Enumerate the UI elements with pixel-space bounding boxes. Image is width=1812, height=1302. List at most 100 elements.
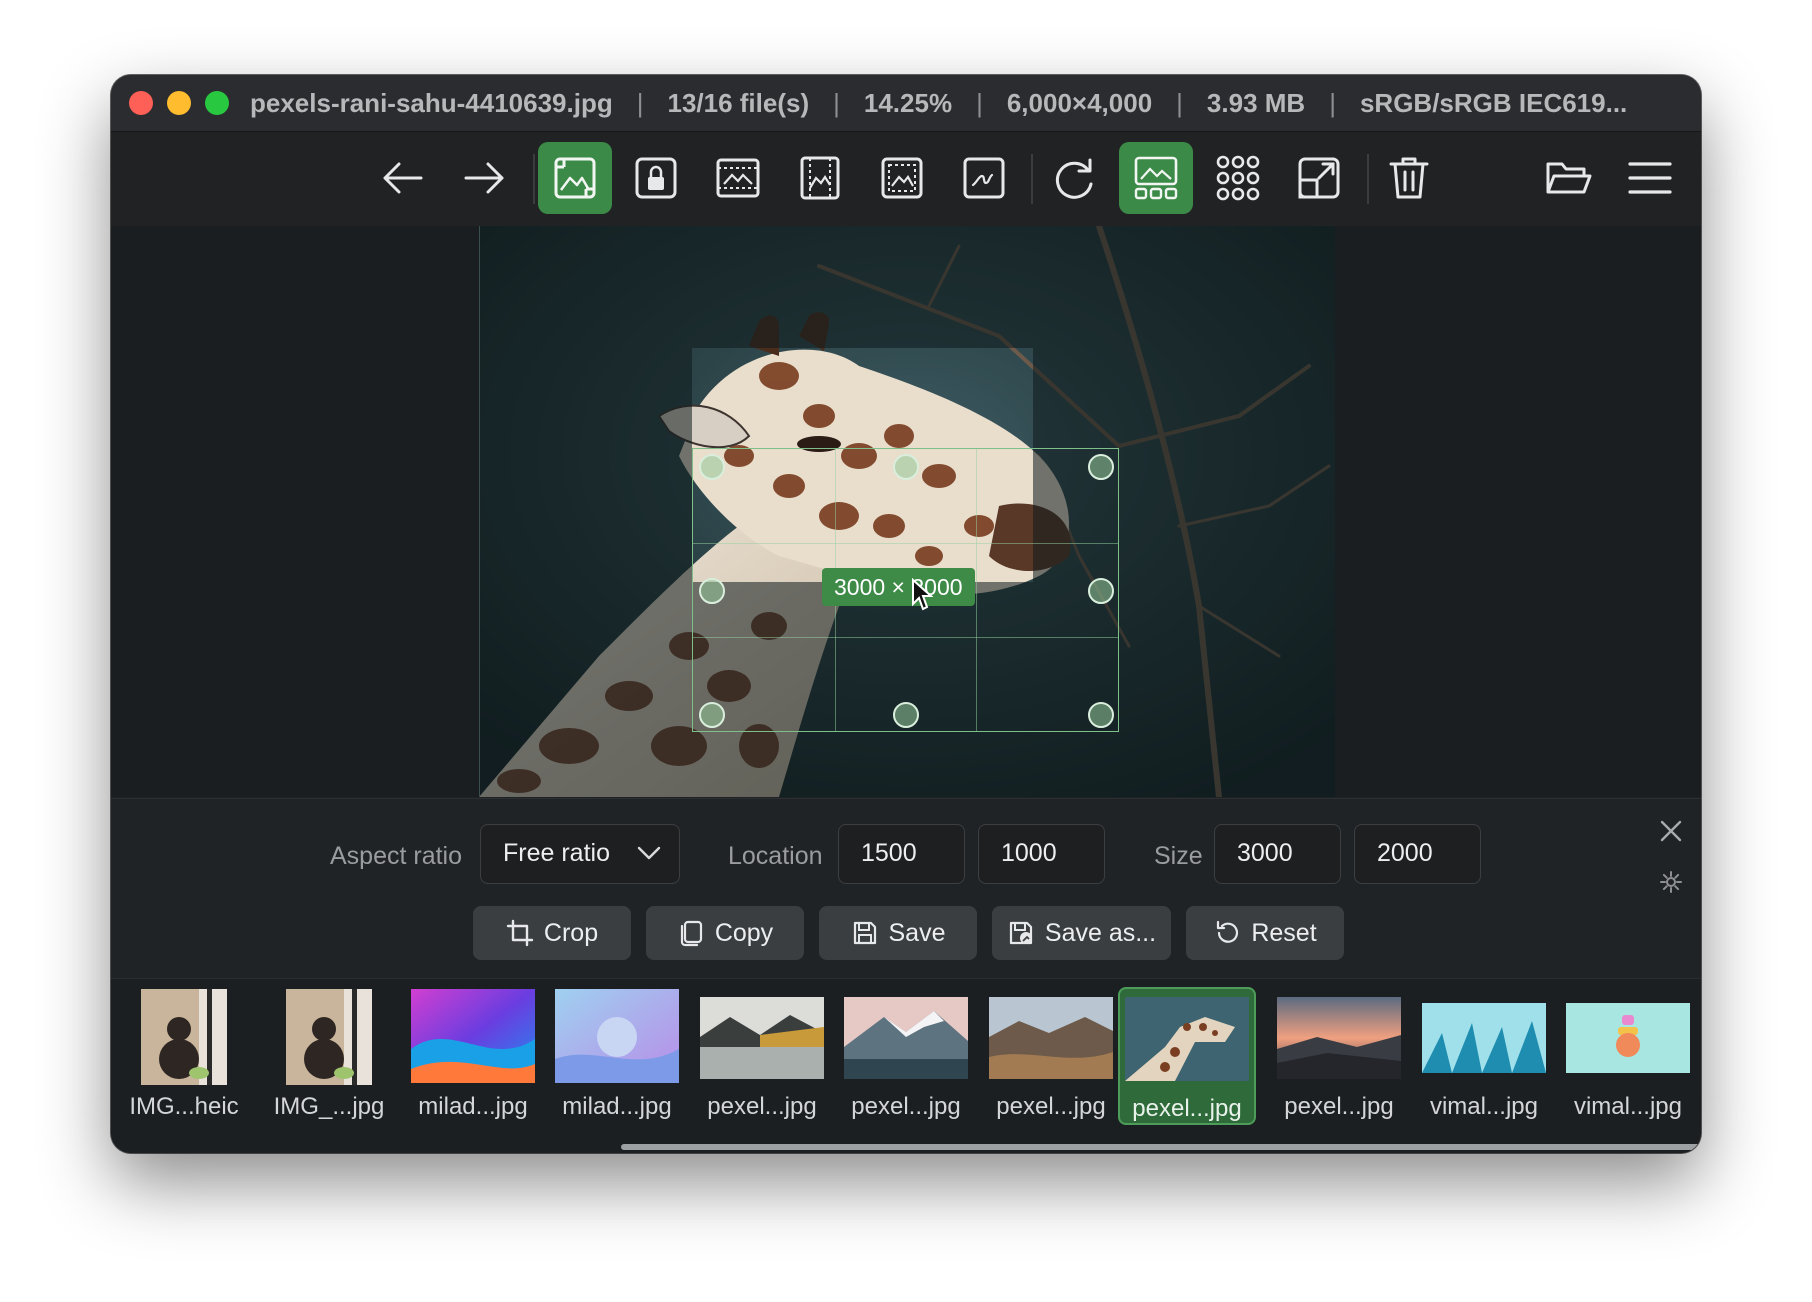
- thumbnail-item[interactable]: IMG...heic: [115, 987, 253, 1125]
- thumbnail-image: [700, 997, 824, 1079]
- signature-button[interactable]: [947, 142, 1021, 214]
- save-as-icon: [1009, 921, 1033, 945]
- thumbnail-label: vimal...jpg: [1429, 1093, 1539, 1120]
- open-folder-button[interactable]: [1531, 142, 1605, 214]
- crop-handle-top-right[interactable]: [1088, 454, 1114, 480]
- gear-icon[interactable]: [1659, 870, 1683, 894]
- window-controls: [129, 91, 229, 115]
- menu-button[interactable]: [1613, 142, 1687, 214]
- file-info: pexels-rani-sahu-4410639.jpg | 13/16 fil…: [250, 88, 1627, 119]
- thumbnail-item[interactable]: milad...jpg: [404, 987, 542, 1125]
- crop-handle-bottom-right[interactable]: [1088, 702, 1114, 728]
- next-button[interactable]: [447, 142, 521, 214]
- thumbnail-item[interactable]: milad...jpg: [548, 987, 686, 1125]
- frame-vertical-button[interactable]: [783, 142, 857, 214]
- thumbnail-item[interactable]: IMG_...jpg: [260, 987, 398, 1125]
- aspect-ratio-label: Aspect ratio: [330, 842, 463, 870]
- toolbar: [111, 132, 1701, 226]
- thumbnail-item[interactable]: vimal...jpg: [1559, 987, 1697, 1125]
- close-window-button[interactable]: [129, 91, 153, 115]
- refresh-icon: [1055, 158, 1093, 199]
- expand-button[interactable]: [1282, 142, 1356, 214]
- thumbnail-label: pexel...jpg: [1284, 1093, 1394, 1120]
- thumbnail-item-selected[interactable]: pexel...jpg: [1118, 987, 1256, 1125]
- gallery-view-button[interactable]: [1119, 142, 1193, 214]
- frame-dashed-button[interactable]: [865, 142, 939, 214]
- thumbnail-label: IMG_...jpg: [273, 1093, 385, 1120]
- grid-view-button[interactable]: [1201, 142, 1275, 214]
- location-y-input[interactable]: 1000: [978, 824, 1105, 884]
- signature-icon: [963, 157, 1005, 199]
- frame-horizontal-button[interactable]: [701, 142, 775, 214]
- crop-icon: [506, 919, 534, 947]
- separator: |: [636, 87, 644, 118]
- grid-line: [693, 542, 1118, 544]
- thumbnail-image: [286, 989, 372, 1085]
- refresh-button[interactable]: [1037, 142, 1111, 214]
- thumbnail-item[interactable]: pexel...jpg: [982, 987, 1120, 1125]
- save-button-label: Save: [888, 918, 946, 947]
- crop-handle-left[interactable]: [699, 578, 725, 604]
- expand-icon: [1298, 157, 1340, 199]
- thumbnail-image: [1566, 1003, 1690, 1073]
- thumbnail-item[interactable]: pexel...jpg: [693, 987, 831, 1125]
- filmstrip: IMG...heic IMG_...jpg milad...jpg milad.…: [111, 978, 1701, 1153]
- file-size: 3.93 MB: [1206, 87, 1306, 118]
- app-window: pexels-rani-sahu-4410639.jpg | 13/16 fil…: [111, 75, 1701, 1153]
- minimize-window-button[interactable]: [167, 91, 191, 115]
- chevron-down-icon: [637, 846, 661, 860]
- copy-button-label: Copy: [714, 918, 774, 947]
- maximize-window-button[interactable]: [205, 91, 229, 115]
- trash-icon: [1389, 157, 1429, 199]
- crop-tool-button[interactable]: [538, 142, 612, 214]
- thumbnail-item[interactable]: pexel...jpg: [1270, 987, 1408, 1125]
- save-as-button[interactable]: Save as...: [992, 906, 1171, 960]
- size-height-input[interactable]: 2000: [1354, 824, 1481, 884]
- crop-handle-bottom-left[interactable]: [699, 702, 725, 728]
- crop-tool-icon: [554, 157, 596, 199]
- copy-button[interactable]: Copy: [646, 906, 804, 960]
- aspect-ratio-dropdown[interactable]: Free ratio: [480, 824, 680, 884]
- size-width-input[interactable]: 3000: [1214, 824, 1341, 884]
- toolbar-divider: [1031, 154, 1033, 204]
- crop-handle-top-left[interactable]: [699, 454, 725, 480]
- reset-button[interactable]: Reset: [1186, 906, 1344, 960]
- thumbnail-image: [989, 997, 1113, 1079]
- close-panel-icon[interactable]: [1658, 818, 1684, 844]
- thumbnail-item[interactable]: vimal...jpg: [1415, 987, 1553, 1125]
- save-as-button-label: Save as...: [1044, 918, 1157, 947]
- lock-crop-button[interactable]: [619, 142, 693, 214]
- delete-button[interactable]: [1372, 142, 1446, 214]
- aspect-ratio-value: Free ratio: [503, 839, 610, 867]
- frame-horizontal-icon: [716, 158, 760, 198]
- separator: |: [976, 87, 983, 118]
- thumbnail-image: [411, 989, 535, 1083]
- previous-button[interactable]: [366, 142, 440, 214]
- title-bar: pexels-rani-sahu-4410639.jpg | 13/16 fil…: [111, 75, 1701, 132]
- toolbar-divider: [1367, 154, 1369, 204]
- zoom-level: 14.25%: [863, 87, 953, 118]
- thumbnail-image: [141, 989, 227, 1085]
- thumbnail-image: [1277, 997, 1401, 1079]
- size-label: Size: [1154, 842, 1203, 870]
- crop-button[interactable]: Crop: [473, 906, 631, 960]
- separator: |: [833, 87, 840, 118]
- crop-handle-bottom[interactable]: [893, 702, 919, 728]
- gallery-view-icon: [1134, 156, 1178, 200]
- image-viewer[interactable]: 3000 × 2000: [111, 226, 1701, 797]
- grid-view-icon: [1216, 155, 1260, 201]
- crop-button-label: Crop: [543, 918, 599, 947]
- filmstrip-scrollbar[interactable]: [621, 1144, 1701, 1150]
- thumbnail-item[interactable]: pexel...jpg: [837, 987, 975, 1125]
- folder-open-icon: [1546, 162, 1592, 194]
- thumbnail-label: vimal...jpg: [1573, 1093, 1683, 1120]
- color-profile: sRGB/sRGB IEC619...: [1359, 87, 1628, 118]
- save-button[interactable]: Save: [819, 906, 977, 960]
- thumbnail-label: pexel...jpg: [1132, 1095, 1242, 1122]
- crop-handle-top[interactable]: [893, 454, 919, 480]
- thumbnail-image: [1125, 997, 1249, 1081]
- location-x-input[interactable]: 1500: [838, 824, 965, 884]
- grid-line: [693, 636, 1118, 638]
- crop-handle-right[interactable]: [1088, 578, 1114, 604]
- thumbnail-label: milad...jpg: [562, 1093, 672, 1120]
